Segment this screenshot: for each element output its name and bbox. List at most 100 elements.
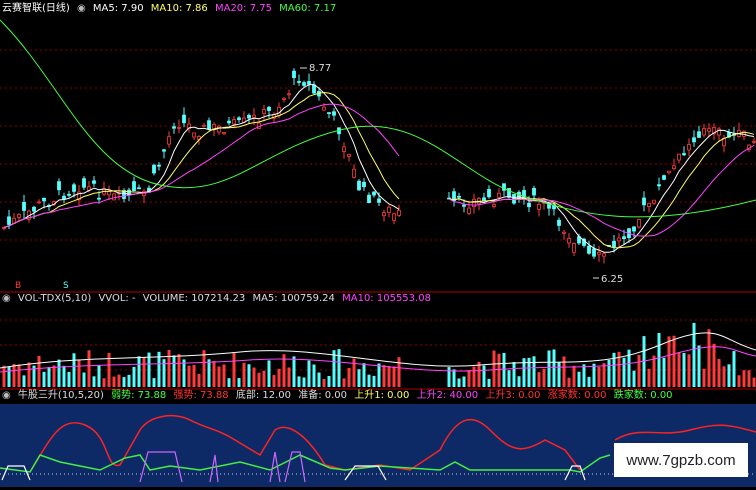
volume-bar: [97, 364, 101, 387]
volume-bar: [537, 372, 541, 387]
candle-body: [92, 180, 96, 184]
candle-body: [707, 128, 711, 132]
volume-bar: [247, 364, 251, 387]
candle-body: [687, 144, 691, 151]
candle-body: [527, 202, 531, 208]
volume-bar: [482, 365, 486, 387]
volume-bar: [557, 362, 561, 387]
volume-bar: [747, 370, 751, 387]
candle-body: [42, 197, 46, 202]
volume-bar: [357, 369, 361, 387]
candle-body: [22, 201, 26, 211]
volume-bar: [302, 377, 306, 387]
volume-bar: [752, 377, 756, 387]
ind-title: 牛股三升(10,5,20): [17, 390, 104, 401]
volume-bar: [697, 345, 701, 387]
volume-bar: [497, 353, 501, 387]
candle-body: [172, 126, 176, 129]
volume-bar: [147, 352, 151, 387]
volume-bar: [682, 353, 686, 387]
vvol-label: VVOL: -: [98, 293, 136, 304]
volume-bar: [577, 371, 581, 387]
volume-bar: [562, 356, 566, 387]
volume-bar: [117, 374, 121, 387]
settings-icon[interactable]: ◉: [77, 3, 86, 14]
volume-bar: [492, 350, 496, 387]
ready-value: 准备: 0.00: [298, 390, 348, 401]
volume-bar: [82, 372, 86, 387]
volume-bar: [362, 363, 366, 387]
volume-bar: [732, 351, 736, 387]
candle-body: [467, 207, 471, 214]
candle-body: [632, 226, 636, 232]
volume-bar: [297, 376, 301, 387]
volume-bar: [447, 367, 451, 387]
candle-body: [247, 114, 251, 119]
ma60-label: MA60: 7.17: [279, 3, 337, 14]
candle-body: [672, 165, 676, 170]
volume-bar: [272, 375, 276, 387]
down-count-value: 跌家数: 0.00: [613, 390, 673, 401]
volume-bar: [52, 365, 56, 387]
volume-bar: [687, 354, 691, 387]
volume-bar: [462, 376, 466, 387]
ind-settings-icon[interactable]: ◉: [2, 390, 11, 401]
volume-bar: [287, 367, 291, 387]
candle-body: [667, 170, 671, 174]
strong-value: 强势: 73.88: [173, 390, 229, 401]
volume-bar: [547, 350, 551, 387]
volume-bar: [207, 359, 211, 387]
volume-bar: [312, 364, 316, 387]
volume-bar: [667, 336, 671, 387]
vol-settings-icon[interactable]: ◉: [2, 293, 11, 304]
volume-bar: [602, 363, 606, 387]
candle-body: [702, 128, 706, 136]
volume-bar: [632, 370, 636, 387]
volume-bar: [737, 375, 741, 387]
volume-bar: [177, 354, 181, 387]
volume-bar: [62, 365, 66, 387]
candle-body: [592, 248, 596, 257]
candle-body: [532, 188, 536, 196]
volume-bar: [692, 322, 696, 387]
volume-bar: [192, 364, 196, 387]
indicator-header: ◉ 牛股三升(10,5,20) 弱势: 73.88 强势: 73.88 底部: …: [2, 390, 677, 402]
volume-bar: [267, 360, 271, 387]
volume-bar: [542, 368, 546, 387]
candle-body: [612, 240, 616, 248]
volume-bar: [677, 352, 681, 387]
high-price-label: 8.77: [309, 63, 331, 74]
candle-body: [622, 236, 626, 239]
volume-bar: [662, 357, 666, 387]
volume-bar: [672, 335, 676, 387]
candle-body: [392, 213, 396, 221]
volume-bar: [27, 362, 31, 387]
volume-bar: [237, 378, 241, 387]
volume-bar: [92, 376, 96, 387]
volume-bar: [657, 332, 661, 387]
candle-body: [262, 109, 266, 115]
volume-bar: [197, 373, 201, 387]
volume-bar: [202, 350, 206, 387]
volume-bar: [242, 362, 246, 387]
candle-body: [697, 131, 701, 138]
candle-body: [82, 178, 86, 188]
candle-body: [57, 181, 61, 191]
volume-bar: [382, 365, 386, 387]
volume-bar: [392, 366, 396, 387]
volume-bar: [42, 371, 46, 387]
candle-body: [327, 112, 331, 114]
candle-body: [97, 197, 101, 200]
volume-bar: [452, 369, 456, 387]
volume-bar: [212, 361, 216, 387]
volume-bar: [652, 355, 656, 387]
bottom-value: 底部: 12.00: [235, 390, 292, 401]
candle-body: [282, 97, 286, 100]
volume-bar: [67, 371, 71, 387]
volume-bar: [307, 360, 311, 387]
volume-header: ◉ VOL-TDX(5,10) VVOL: - VOLUME: 107214.2…: [2, 293, 435, 305]
candle-body: [182, 114, 186, 124]
volume-bar: [722, 366, 726, 387]
ma5-label: MA5: 7.90: [92, 3, 144, 14]
candle-body: [677, 153, 681, 161]
